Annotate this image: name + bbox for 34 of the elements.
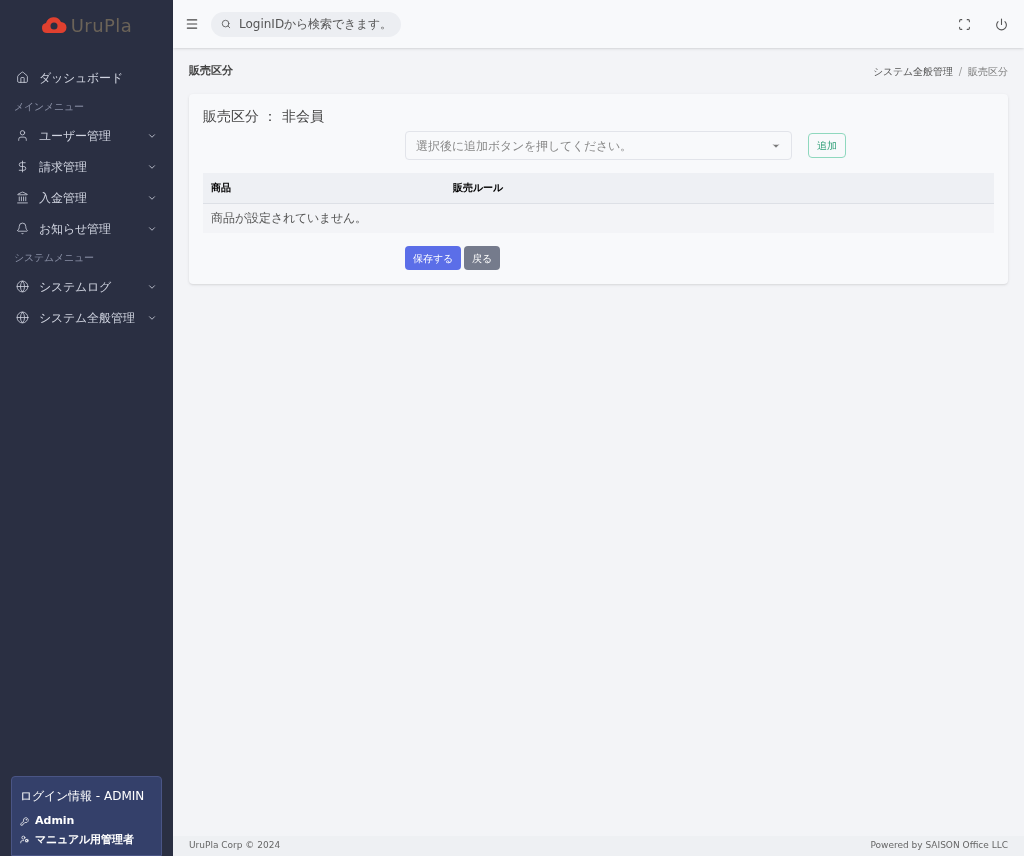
user-role-icon xyxy=(20,835,29,845)
column-header: 商品 xyxy=(203,173,445,203)
sidebar-item[interactable]: システム全般管理 xyxy=(0,302,173,333)
breadcrumb-item[interactable]: システム全般管理 xyxy=(872,63,953,79)
sidebar-heading: システムメニュー xyxy=(13,251,95,265)
breadcrumb-item: 販売区分 xyxy=(968,64,1008,79)
column-header: 販売ルール xyxy=(445,173,994,203)
cloud-logo-icon xyxy=(40,15,67,35)
user-role: マニュアル用管理者 xyxy=(35,831,134,848)
search-field[interactable]: LoginIDから検索できます。 xyxy=(211,11,401,37)
search-icon xyxy=(221,18,231,29)
page-title: 販売区分 xyxy=(189,62,233,79)
back-button[interactable]: 戻る xyxy=(464,246,500,270)
key-icon xyxy=(20,816,29,826)
card-title: 販売区分 ： 非会員 xyxy=(203,107,325,126)
sidebar-item[interactable]: 入金管理 xyxy=(0,182,173,213)
breadcrumb-separator: / xyxy=(958,64,962,79)
select-placeholder: 選択後に追加ボタンを押してください。 xyxy=(416,137,633,155)
copyright-text: UruPla Corp © 2024 xyxy=(189,839,281,853)
sidebar-item[interactable]: システムログ xyxy=(0,271,173,302)
powered-by-text: Powered by SAISON Office LLC xyxy=(870,839,1008,853)
fullscreen-icon[interactable] xyxy=(958,17,971,31)
sidebar-item[interactable]: ユーザー管理 xyxy=(0,120,173,151)
sidebar-item[interactable]: ダッシュボード xyxy=(0,62,173,93)
sidebar-item[interactable]: 請求管理 xyxy=(0,151,173,182)
login-info-title: ログイン情報 - ADMIN xyxy=(20,788,146,805)
logo-text: UruPla xyxy=(70,13,133,38)
sidebar-heading: メインメニュー xyxy=(13,100,85,114)
power-icon[interactable] xyxy=(995,17,1008,31)
sidebar-item[interactable]: お知らせ管理 xyxy=(0,213,173,244)
empty-message: 商品が設定されていません。 xyxy=(203,203,994,233)
user-name: Admin xyxy=(35,813,75,829)
save-button[interactable]: 保存する xyxy=(405,246,461,270)
product-select[interactable]: 選択後に追加ボタンを押してください。 xyxy=(405,131,792,160)
